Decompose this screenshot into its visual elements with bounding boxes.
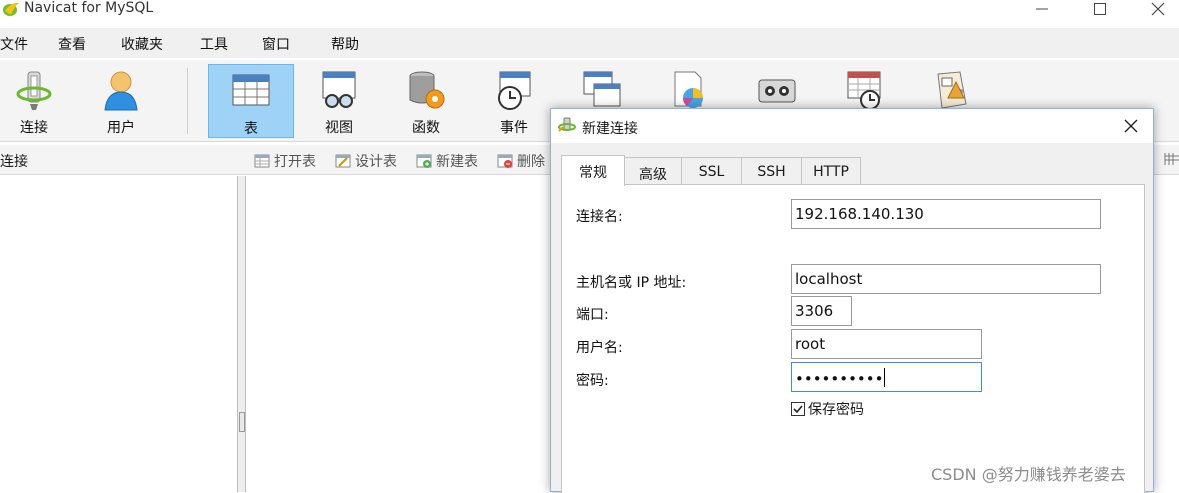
toolbar-connect-button[interactable]: 连接 [0,64,77,138]
delete-table-button[interactable]: 删除 [497,151,545,171]
view-icon [322,71,356,108]
new-table-button[interactable]: 新建表 [416,151,478,171]
tab-ssh[interactable]: SSH [741,157,802,185]
splitter-grip[interactable] [239,412,245,432]
password-mask: •••••••••• [795,370,884,388]
connect-icon [16,71,52,110]
menu-favorites[interactable]: 收藏夹 [121,34,163,54]
toolbar-view-button[interactable]: 视图 [296,64,382,138]
connection-plug-icon [558,117,576,132]
open-table-label: 打开表 [274,154,316,170]
title-bar: Navicat for MySQL [0,0,1179,22]
user-icon [104,71,138,111]
new-connection-dialog: 新建连接 常规 高级 SSL SSH HTTP 连接名: 192.168.140… [550,108,1154,493]
delete-table-icon [497,154,513,168]
tab-general[interactable]: 常规 [561,155,625,186]
toolbar-user-label: 用户 [107,120,135,136]
query-icon [583,71,621,107]
general-tab-panel: 连接名: 192.168.140.130 主机名或 IP 地址: localho… [561,184,1145,493]
open-table-icon [254,154,270,168]
username-input[interactable]: root [791,329,982,359]
report-icon [674,71,703,108]
new-table-label: 新建表 [436,154,478,170]
username-label: 用户名: [576,340,623,356]
table-icon [232,74,270,106]
password-input[interactable]: •••••••••• [791,362,982,392]
toolbar-event-button[interactable]: 事件 [471,64,557,138]
host-label: 主机名或 IP 地址: [576,275,687,291]
open-table-button[interactable]: 打开表 [254,151,316,171]
new-table-icon [416,154,432,168]
toolbar-function-button[interactable]: 函数 [383,64,469,138]
delete-table-label: 删除 [517,154,545,170]
connection-name-input[interactable]: 192.168.140.130 [791,199,1101,229]
menu-file[interactable]: 文件 [0,34,28,54]
toolbar-table-button[interactable]: 表 [208,64,294,138]
toolbar-connect-label: 连接 [20,120,48,136]
grid-view-icon [1164,153,1179,165]
menu-help[interactable]: 帮助 [331,34,359,54]
dialog-title-bar: 新建连接 [551,109,1153,143]
design-table-button[interactable]: 设计表 [335,151,397,171]
view-toggle-button[interactable] [1163,151,1179,167]
checkmark-icon [793,405,803,414]
navicat-logo-icon [3,2,19,16]
schedule-icon [847,71,881,110]
menu-window[interactable]: 窗口 [262,34,290,54]
host-input[interactable]: localhost [791,264,1101,294]
tab-advanced[interactable]: 高级 [624,157,682,185]
port-label: 端口: [576,307,609,323]
connections-header: 连接 [0,154,28,170]
close-icon[interactable] [1143,0,1173,18]
event-icon [498,71,531,110]
menu-tools[interactable]: 工具 [200,34,228,54]
save-password-checkbox[interactable] [791,402,805,416]
tab-ssl[interactable]: SSL [681,157,742,185]
toolbar-view-label: 视图 [325,120,353,136]
password-label: 密码: [576,373,609,389]
tab-http[interactable]: HTTP [801,157,861,185]
toolbar-user-button[interactable]: 用户 [78,64,164,138]
panel-splitter[interactable] [238,176,246,492]
design-table-label: 设计表 [355,154,397,170]
toolbar-separator [187,68,188,134]
save-password-label: 保存密码 [808,402,864,418]
toolbar-function-label: 函数 [412,120,440,136]
dialog-close-icon[interactable] [1121,116,1141,136]
text-caret [884,368,886,387]
connection-tree-panel[interactable] [0,176,238,492]
connection-name-label: 连接名: [576,209,623,225]
design-table-icon [335,154,351,168]
minimize-icon[interactable] [1027,0,1057,18]
window-title: Navicat for MySQL [24,0,154,16]
toolbar-table-label: 表 [244,121,258,137]
dialog-title: 新建连接 [582,121,638,137]
menu-view[interactable]: 查看 [58,34,86,54]
maximize-icon[interactable] [1085,0,1115,18]
backup-icon [758,79,796,103]
model-icon [937,71,967,109]
function-icon [409,71,445,109]
toolbar-event-label: 事件 [500,120,528,136]
save-password-option[interactable]: 保存密码 [791,399,864,419]
csdn-watermark: CSDN @努力赚钱养老婆去 [931,465,1126,484]
port-input[interactable]: 3306 [791,296,852,326]
menu-bar: 文件 查看 收藏夹 工具 窗口 帮助 [0,28,1179,58]
